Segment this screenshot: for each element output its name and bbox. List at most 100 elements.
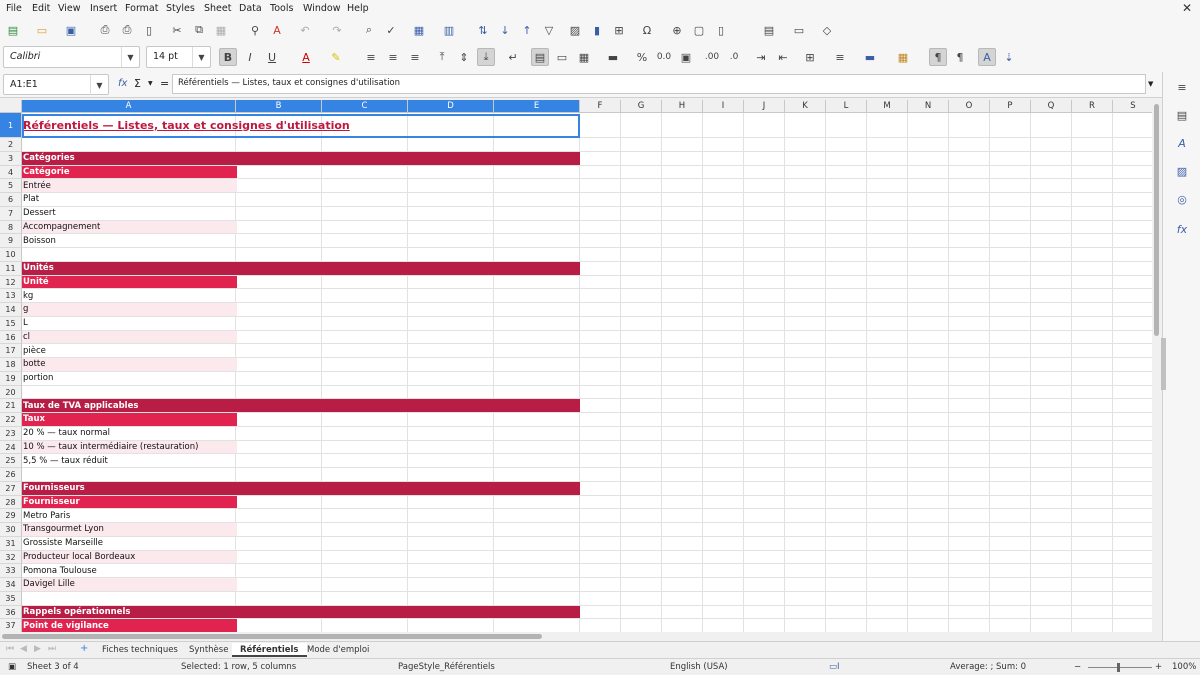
new-document-icon[interactable]: ▤ bbox=[4, 21, 22, 39]
print-icon[interactable]: ⎙ bbox=[118, 21, 136, 39]
row-header[interactable]: 10 bbox=[0, 248, 22, 262]
column-header[interactable]: O bbox=[949, 100, 990, 113]
menu-edit[interactable]: Edit bbox=[32, 3, 50, 14]
gallery-icon[interactable]: ▨ bbox=[1173, 162, 1191, 180]
open-folder-icon[interactable]: ▭ bbox=[33, 21, 51, 39]
align-center-icon[interactable]: ≡ bbox=[384, 48, 402, 66]
clear-formatting-icon[interactable]: A bbox=[268, 21, 286, 39]
show-draw-functions-icon[interactable]: ◇ bbox=[818, 21, 836, 39]
merge-cells-icon[interactable]: ▭ bbox=[553, 48, 571, 66]
column-icon[interactable]: ▥ bbox=[440, 21, 458, 39]
delete-decimal-icon[interactable]: .0 bbox=[725, 48, 743, 66]
row-header[interactable]: 6 bbox=[0, 193, 22, 207]
page-style[interactable]: PageStyle_Référentiels bbox=[398, 662, 495, 672]
row-header[interactable]: 26 bbox=[0, 468, 22, 482]
spreadsheet-grid[interactable]: ABCDEFGHIJKLMNOPQRS 1 Référentiels — List… bbox=[0, 100, 1152, 632]
column-header[interactable]: K bbox=[785, 100, 826, 113]
insert-chart-icon[interactable]: ▮ bbox=[588, 21, 606, 39]
row-header[interactable]: 13 bbox=[0, 289, 22, 303]
comment-icon[interactable]: ▢ bbox=[690, 21, 708, 39]
row-header[interactable]: 33 bbox=[0, 564, 22, 578]
currency-format-icon[interactable]: ▬ bbox=[604, 48, 622, 66]
list-header-cell[interactable]: Point de vigilance bbox=[22, 619, 237, 632]
menu-help[interactable]: Help bbox=[347, 3, 369, 14]
sheet-title-cell[interactable]: Référentiels — Listes, taux et consignes… bbox=[22, 113, 580, 137]
text-vertical-icon[interactable]: A bbox=[978, 48, 996, 66]
list-header-cell[interactable]: Taux bbox=[22, 413, 237, 426]
row-header[interactable]: 18 bbox=[0, 358, 22, 372]
row-header[interactable]: 4 bbox=[0, 165, 22, 180]
row-header[interactable]: 15 bbox=[0, 316, 22, 331]
row-header[interactable]: 3 bbox=[0, 151, 22, 166]
vertical-scrollbar-thumb[interactable] bbox=[1154, 104, 1159, 336]
document-modified-icon[interactable]: ▣ bbox=[8, 662, 16, 672]
list-item-cell[interactable]: 20 % — taux normal bbox=[22, 427, 110, 440]
italic-button[interactable]: I bbox=[241, 48, 259, 66]
row-header[interactable]: 5 bbox=[0, 179, 22, 193]
wrap-text-icon[interactable]: ↵ bbox=[504, 48, 522, 66]
properties-icon[interactable]: ▤ bbox=[1173, 106, 1191, 124]
row-header[interactable]: 27 bbox=[0, 481, 22, 496]
row-header[interactable]: 37 bbox=[0, 619, 22, 632]
add-decimal-icon[interactable]: .00 bbox=[703, 48, 721, 66]
row-header[interactable]: 28 bbox=[0, 495, 22, 510]
row-header[interactable]: 7 bbox=[0, 206, 22, 221]
text-direction-icon[interactable]: ⇣ bbox=[1000, 48, 1018, 66]
menu-insert[interactable]: Insert bbox=[90, 3, 117, 14]
last-sheet-icon[interactable]: ⏭ bbox=[48, 644, 56, 654]
sidebar-resize-handle[interactable] bbox=[1161, 338, 1166, 390]
row-header[interactable]: 34 bbox=[0, 578, 22, 592]
row-header[interactable]: 8 bbox=[0, 220, 22, 235]
function-wizard-icon[interactable]: fx bbox=[118, 78, 127, 89]
column-header[interactable]: C bbox=[322, 100, 408, 113]
align-right-icon[interactable]: ≡ bbox=[406, 48, 424, 66]
bold-button[interactable]: B bbox=[219, 48, 237, 66]
functions-icon[interactable]: fx bbox=[1173, 220, 1191, 238]
list-item-cell[interactable]: Davigel Lille bbox=[22, 578, 237, 591]
list-header-cell[interactable]: Catégorie bbox=[22, 165, 237, 179]
number-format-icon[interactable]: 0.0 bbox=[655, 48, 673, 66]
row-header[interactable]: 31 bbox=[0, 536, 22, 551]
merge-center-icon[interactable]: ▤ bbox=[531, 48, 549, 66]
date-format-icon[interactable]: ▣ bbox=[677, 48, 695, 66]
clone-formatting-icon[interactable]: ⚲ bbox=[246, 21, 264, 39]
export-pdf-icon[interactable]: ⎙ bbox=[96, 21, 114, 39]
center-vertically-icon[interactable]: ⇕ bbox=[455, 48, 473, 66]
align-bottom-icon[interactable]: ⤓ bbox=[477, 48, 495, 66]
column-header[interactable]: S bbox=[1113, 100, 1152, 113]
section-header-cell[interactable]: Taux de TVA applicables bbox=[22, 399, 580, 412]
left-to-right-icon[interactable]: ¶ bbox=[929, 48, 947, 66]
row-header[interactable]: 24 bbox=[0, 440, 22, 455]
column-header[interactable]: I bbox=[703, 100, 744, 113]
tab-fiches-techniques[interactable]: Fiches techniques bbox=[94, 643, 186, 657]
list-item-cell[interactable]: 5,5 % — taux réduit bbox=[22, 454, 108, 467]
menu-data[interactable]: Data bbox=[239, 3, 262, 14]
list-item-cell[interactable]: 10 % — taux intermédiaire (restauration) bbox=[22, 440, 237, 454]
row-header[interactable]: 30 bbox=[0, 523, 22, 537]
column-header[interactable]: Q bbox=[1031, 100, 1072, 113]
row-header[interactable]: 12 bbox=[0, 275, 22, 290]
decrease-indent-icon[interactable]: ⇤ bbox=[774, 48, 792, 66]
column-header[interactable]: A bbox=[22, 100, 236, 113]
add-sheet-icon[interactable]: + bbox=[80, 643, 88, 654]
borders-icon[interactable]: ⊞ bbox=[801, 48, 819, 66]
row-header[interactable]: 22 bbox=[0, 413, 22, 427]
list-item-cell[interactable]: botte bbox=[22, 358, 237, 371]
chevron-down-icon[interactable]: ▼ bbox=[192, 47, 210, 67]
row-header[interactable]: 25 bbox=[0, 454, 22, 468]
first-sheet-icon[interactable]: ⏮ bbox=[6, 644, 14, 654]
special-character-icon[interactable]: Ω bbox=[638, 21, 656, 39]
row-header[interactable]: 16 bbox=[0, 330, 22, 345]
menu-styles[interactable]: Styles bbox=[166, 3, 195, 14]
menu-view[interactable]: View bbox=[58, 3, 81, 14]
list-item-cell[interactable]: Plat bbox=[22, 193, 39, 206]
column-header[interactable]: G bbox=[621, 100, 662, 113]
column-header[interactable]: R bbox=[1072, 100, 1113, 113]
zoom-out-icon[interactable]: − bbox=[1074, 662, 1081, 672]
list-header-cell[interactable]: Unité bbox=[22, 275, 237, 289]
list-item-cell[interactable]: Dessert bbox=[22, 207, 56, 220]
freeze-rows-columns-icon[interactable]: ▤ bbox=[760, 21, 778, 39]
horizontal-scrollbar-thumb[interactable] bbox=[2, 634, 542, 639]
column-header[interactable]: F bbox=[580, 100, 621, 113]
section-header-cell[interactable]: Unités bbox=[22, 261, 580, 275]
